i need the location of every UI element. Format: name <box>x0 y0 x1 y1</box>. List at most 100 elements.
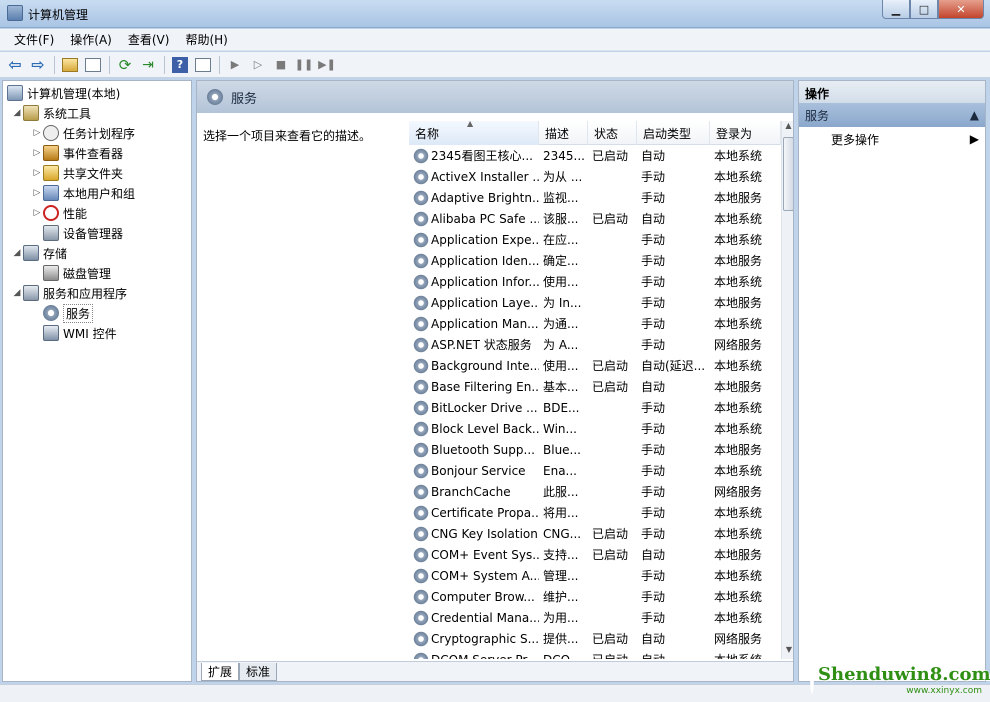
computer-management-icon <box>7 5 23 21</box>
collapse-arrow-icon[interactable]: ◢ <box>11 108 23 118</box>
expand-arrow-icon[interactable]: ▷ <box>31 128 43 138</box>
menu-help[interactable]: 帮助(H) <box>177 31 235 48</box>
collapse-arrow-icon[interactable]: ◢ <box>11 288 23 298</box>
service-name-cell: Computer Brow... <box>409 588 539 605</box>
back-arrow-icon[interactable]: ⇦ <box>4 55 26 75</box>
table-row[interactable]: CNG Key Isolation CNG... 已启动 手动 本地系统 <box>409 523 781 544</box>
table-row[interactable]: Certificate Propa... 将用... 手动 本地系统 <box>409 502 781 523</box>
tree-item-task-scheduler[interactable]: ▷ 任务计划程序 <box>31 123 135 143</box>
menu-action[interactable]: 操作(A) <box>62 31 120 48</box>
service-gear-icon <box>413 273 429 290</box>
scroll-thumb[interactable] <box>783 137 793 211</box>
table-row[interactable]: Cryptographic S... 提供... 已启动 自动 网络服务 <box>409 628 781 649</box>
table-row[interactable]: Credential Mana... 为用... 手动 本地系统 <box>409 607 781 628</box>
scroll-up-icon[interactable]: ▲ <box>782 121 793 135</box>
collapse-up-icon[interactable]: ▲ <box>970 108 979 122</box>
table-row[interactable]: 2345看图王核心... 2345... 已启动 自动 本地系统 <box>409 145 781 166</box>
table-row[interactable]: ActiveX Installer ... 为从 ... 手动 本地系统 <box>409 166 781 187</box>
table-row[interactable]: Base Filtering En... 基本... 已启动 自动 本地服务 <box>409 376 781 397</box>
help-icon[interactable]: ? <box>169 55 191 75</box>
column-name[interactable]: ▲ 名称 <box>409 119 539 145</box>
table-row[interactable]: Application Infor... 使用... 手动 本地系统 <box>409 271 781 292</box>
table-row[interactable]: Alibaba PC Safe ... 该服... 已启动 自动 本地系统 <box>409 208 781 229</box>
service-name-cell: Adaptive Brightn... <box>409 189 539 206</box>
table-row[interactable]: Computer Brow... 维护... 手动 本地系统 <box>409 586 781 607</box>
service-description-cell: 该服... <box>543 212 579 226</box>
tab-standard[interactable]: 标准 <box>239 663 278 681</box>
service-name-cell: Bonjour Service <box>409 462 539 479</box>
service-description-cell: 为用... <box>543 611 579 625</box>
tree-item-wmi[interactable]: WMI 控件 <box>43 323 117 343</box>
table-row[interactable]: COM+ Event Sys... 支持... 已启动 自动 本地服务 <box>409 544 781 565</box>
tree-item-disk-management[interactable]: 磁盘管理 <box>43 263 111 283</box>
table-row[interactable]: Bluetooth Supp... Blue... 手动 本地服务 <box>409 439 781 460</box>
tree-item-services-apps[interactable]: ◢ 服务和应用程序 <box>11 283 127 303</box>
menu-file[interactable]: 文件(F) <box>6 31 62 48</box>
expand-arrow-icon[interactable]: ▷ <box>31 168 43 178</box>
service-gear-icon <box>413 168 429 185</box>
table-row[interactable]: Application Iden... 确定... 手动 本地服务 <box>409 250 781 271</box>
service-startup-cell: 手动 <box>641 422 666 436</box>
table-row[interactable]: Bonjour Service Ena... 手动 本地系统 <box>409 460 781 481</box>
close-button[interactable]: ✕ <box>938 0 984 19</box>
pause-service-icon[interactable]: ❚❚ <box>293 55 315 75</box>
collapse-arrow-icon[interactable]: ◢ <box>11 248 23 258</box>
tree-item-system-tools[interactable]: ◢ 系统工具 <box>11 103 91 123</box>
column-logon-as[interactable]: 登录为 <box>710 121 781 145</box>
table-row[interactable]: ASP.NET 状态服务为 A... 手动 网络服务 <box>409 334 781 355</box>
column-startup-type[interactable]: 启动类型 <box>637 121 710 145</box>
expand-arrow-icon[interactable]: ▷ <box>31 148 43 158</box>
more-actions-item[interactable]: 更多操作 ▶ <box>799 127 985 151</box>
up-folder-icon[interactable] <box>59 55 81 75</box>
service-gear-icon <box>413 609 429 626</box>
service-gear-icon <box>413 294 429 311</box>
tree-item-device-manager[interactable]: 设备管理器 <box>43 223 123 243</box>
resume-service-icon[interactable]: ▶❚ <box>316 55 338 75</box>
maximize-button[interactable]: □ <box>910 0 938 19</box>
menu-view[interactable]: 查看(V) <box>120 31 178 48</box>
toolbar: ⇦ ⇨ ⟳ ⇥ ? ▶ ▷ ■ ❚❚ ▶❚ <box>0 52 990 78</box>
tree-item-performance[interactable]: ▷ 性能 <box>31 203 87 223</box>
window-title: 计算机管理 <box>28 8 89 22</box>
tree-item-storage[interactable]: ◢ 存储 <box>11 243 67 263</box>
tree-item-shared-folders[interactable]: ▷ 共享文件夹 <box>31 163 123 183</box>
column-description[interactable]: 描述 <box>539 121 588 145</box>
start-service-alt-icon[interactable]: ▷ <box>247 55 269 75</box>
export-list-icon[interactable]: ⇥ <box>137 55 159 75</box>
service-name-cell: ActiveX Installer ... <box>409 168 539 185</box>
table-row[interactable]: Application Expe... 在应... 手动 本地系统 <box>409 229 781 250</box>
table-row[interactable]: Application Man... 为通... 手动 本地系统 <box>409 313 781 334</box>
forward-arrow-icon[interactable]: ⇨ <box>27 55 49 75</box>
properties-icon[interactable] <box>192 55 214 75</box>
actions-section-services[interactable]: 服务 ▲ <box>799 103 985 127</box>
table-row[interactable]: BranchCache 此服... 手动 网络服务 <box>409 481 781 502</box>
refresh-icon[interactable]: ⟳ <box>114 55 136 75</box>
service-startup-cell: 自动(延迟... <box>641 359 706 373</box>
watermark-text: Shenduwin8.com <box>818 663 990 685</box>
column-status[interactable]: 状态 <box>588 121 637 145</box>
expand-arrow-icon[interactable]: ▷ <box>31 188 43 198</box>
tree-item-root[interactable]: 计算机管理(本地) <box>7 83 120 103</box>
scroll-down-icon[interactable]: ▼ <box>782 645 793 659</box>
vertical-scrollbar[interactable]: ▲ ▼ <box>781 121 793 659</box>
service-logon-cell: 本地系统 <box>714 527 763 541</box>
table-row[interactable]: BitLocker Drive ... BDE... 手动 本地系统 <box>409 397 781 418</box>
minimize-button[interactable]: ▁ <box>882 0 910 19</box>
service-gear-icon <box>413 420 429 437</box>
table-row[interactable]: DCOM Server Pr...DCO...已启动自动本地系统 <box>409 649 781 659</box>
stop-service-icon[interactable]: ■ <box>270 55 292 75</box>
tree-item-local-users[interactable]: ▷ 本地用户和组 <box>31 183 135 203</box>
show-hide-tree-icon[interactable] <box>82 55 104 75</box>
table-row[interactable]: Block Level Back... Win... 手动 本地系统 <box>409 418 781 439</box>
tree-item-services[interactable]: 服务 <box>43 303 94 323</box>
start-service-icon[interactable]: ▶ <box>224 55 246 75</box>
tree-item-event-viewer[interactable]: ▷ 事件查看器 <box>31 143 123 163</box>
service-startup-cell: 手动 <box>641 254 666 268</box>
service-gear-icon <box>413 357 429 374</box>
expand-arrow-icon[interactable]: ▷ <box>31 208 43 218</box>
table-row[interactable]: Adaptive Brightn... 监视... 手动 本地服务 <box>409 187 781 208</box>
table-row[interactable]: Background Inte... 使用... 已启动 自动(延迟... 本地系统 <box>409 355 781 376</box>
table-row[interactable]: COM+ System A... 管理... 手动 本地系统 <box>409 565 781 586</box>
tab-extended[interactable]: 扩展 <box>201 663 240 681</box>
table-row[interactable]: Application Laye... 为 In... 手动 本地服务 <box>409 292 781 313</box>
